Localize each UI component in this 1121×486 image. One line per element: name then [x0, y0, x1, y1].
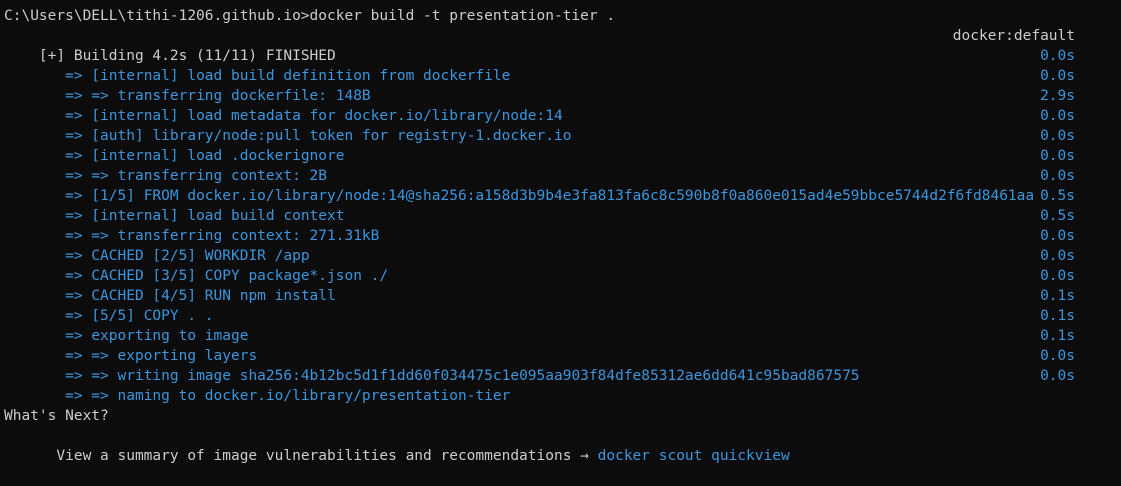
- build-step-time: 0.0s: [1040, 168, 1075, 184]
- build-step-row: => CACHED [4/5] RUN npm install 0.0s: [4, 266, 1121, 304]
- build-step-time: 0.0s: [1040, 68, 1075, 84]
- terminal-window[interactable]: C:\Users\DELL\tithi-1206.github.io>docke…: [0, 0, 1121, 464]
- build-step-row: => => transferring context: 2B 0.0s: [4, 146, 1121, 184]
- build-step-time: 0.5s: [1040, 208, 1075, 224]
- build-step-time: 0.0s: [1040, 128, 1075, 144]
- whats-next-description: View a summary of image vulnerabilities …: [38, 448, 598, 464]
- build-step-time: 0.1s: [1040, 328, 1075, 344]
- build-step-row: => [internal] load build definition from…: [4, 46, 1121, 84]
- build-status-line: [+] Building 4.2s (11/11) FINISHED docke…: [4, 26, 1121, 64]
- build-step-row: => CACHED [2/5] WORKDIR /app 0.0s: [4, 226, 1121, 264]
- build-step-time: 0.0s: [1040, 368, 1075, 384]
- build-step-row: => => transferring dockerfile: 148B 0.0s: [4, 66, 1121, 104]
- builder-name: docker:default: [952, 28, 1075, 44]
- build-step-row: => => transferring context: 271.31kB 0.5…: [4, 206, 1121, 244]
- build-step-row: => [auth] library/node:pull token for re…: [4, 106, 1121, 144]
- build-step-time: 0.0s: [1040, 348, 1075, 364]
- build-step-row: => exporting to image 0.1s: [4, 306, 1121, 344]
- build-step-row: => [internal] load .dockerignore 0.0s: [4, 126, 1121, 164]
- command-prompt-line: C:\Users\DELL\tithi-1206.github.io>docke…: [4, 8, 616, 24]
- build-step-time: 0.0s: [1040, 108, 1075, 124]
- build-step-time: 2.9s: [1040, 88, 1075, 104]
- build-step-time: 0.1s: [1040, 288, 1075, 304]
- build-step-row: => [1/5] FROM docker.io/library/node:14@…: [4, 166, 1121, 204]
- whats-next-heading: What's Next?: [4, 408, 109, 424]
- build-step-row: => [internal] load build context 0.5s: [4, 186, 1121, 224]
- build-step-row: => => naming to docker.io/library/presen…: [4, 366, 1121, 404]
- build-step-text: => => naming to docker.io/library/presen…: [56, 388, 511, 404]
- build-step-time: 0.0s: [1040, 268, 1075, 284]
- build-step-time: 0.0s: [1040, 48, 1075, 64]
- build-step-time: 0.0s: [1040, 228, 1075, 244]
- whats-next-line: View a summary of image vulnerabilities …: [4, 426, 1121, 464]
- build-step-time: 0.1s: [1040, 308, 1075, 324]
- build-step-row: => => exporting layers 0.1s: [4, 326, 1121, 364]
- build-step-row: => [internal] load metadata for docker.i…: [4, 86, 1121, 124]
- build-step-time: 0.0s: [1040, 148, 1075, 164]
- build-step-row: => CACHED [3/5] COPY package*.json ./ 0.…: [4, 246, 1121, 284]
- build-step-row: => [5/5] COPY . . 0.1s: [4, 286, 1121, 324]
- build-step-time: 0.0s: [1040, 248, 1075, 264]
- build-step-time: 0.5s: [1040, 188, 1075, 204]
- docker-scout-quickview-link[interactable]: docker scout quickview: [598, 448, 790, 464]
- build-step-row: => => writing image sha256:4b12bc5d1f1dd…: [4, 346, 1121, 384]
